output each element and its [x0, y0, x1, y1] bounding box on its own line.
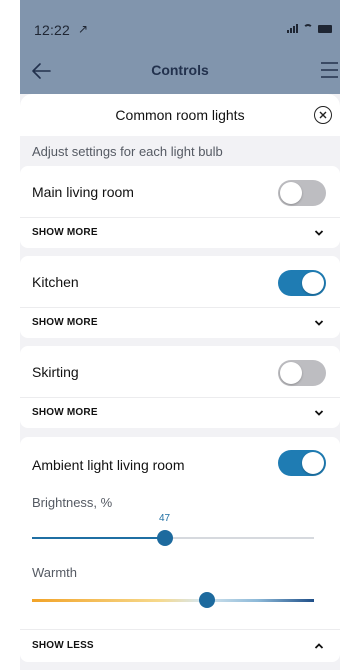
toggle-knob	[280, 362, 302, 384]
battery-icon	[318, 25, 332, 33]
close-icon	[319, 111, 327, 119]
toggle-knob	[280, 182, 302, 204]
light-name: Kitchen	[32, 274, 79, 290]
toggle-knob	[302, 452, 324, 474]
warmth-slider[interactable]	[32, 599, 314, 602]
light-card-kitchen: Kitchen SHOW MORE	[20, 256, 340, 338]
chevron-down-icon	[314, 230, 324, 236]
light-toggle[interactable]	[278, 180, 326, 206]
light-row: Kitchen	[20, 256, 340, 308]
brightness-thumb[interactable]	[156, 530, 173, 546]
warmth-label: Warmth	[32, 565, 78, 580]
warmth-thumb[interactable]	[198, 592, 215, 608]
toggle-knob	[302, 272, 324, 294]
phone-screen: 12:22 ↗ Controls Common room lights Adju…	[20, 0, 340, 670]
show-more-row[interactable]: SHOW MORE	[20, 308, 340, 338]
lights-sheet: Common room lights Adjust settings for e…	[20, 94, 340, 670]
light-name: Main living room	[32, 184, 134, 200]
light-toggle[interactable]	[278, 360, 326, 386]
light-row: Main living room	[20, 166, 340, 218]
brightness-label: Brightness, %	[32, 495, 113, 510]
show-less-row[interactable]: SHOW LESS	[20, 629, 340, 659]
light-card-main-living-room: Main living room SHOW MORE	[20, 166, 340, 248]
signal-icon	[287, 24, 298, 33]
sheet-subtitle: Adjust settings for each light bulb	[32, 144, 223, 159]
status-time: 12:22	[34, 22, 71, 38]
light-card-skirting: Skirting SHOW MORE	[20, 346, 340, 428]
show-more-label: SHOW MORE	[32, 317, 98, 328]
light-toggle[interactable]	[278, 450, 326, 476]
show-more-label: SHOW MORE	[32, 227, 98, 238]
brightness-value: 47	[158, 513, 171, 524]
show-more-row[interactable]: SHOW MORE	[20, 398, 340, 428]
brightness-slider[interactable]	[32, 537, 314, 539]
chevron-up-icon	[314, 643, 324, 649]
show-less-label: SHOW LESS	[32, 640, 94, 651]
location-arrow-icon: ↗	[78, 22, 89, 36]
menu-icon[interactable]	[320, 60, 338, 80]
light-name: Skirting	[32, 364, 79, 380]
light-row: Ambient light living room	[20, 437, 340, 491]
sheet-header: Common room lights	[20, 94, 340, 136]
sheet-title: Common room lights	[115, 107, 245, 123]
light-row: Skirting	[20, 346, 340, 398]
chevron-down-icon	[314, 320, 324, 326]
close-button[interactable]	[314, 106, 332, 124]
light-name: Ambient light living room	[32, 457, 185, 473]
nav-title: Controls	[151, 62, 209, 78]
light-toggle[interactable]	[278, 270, 326, 296]
chevron-down-icon	[314, 410, 324, 416]
show-more-row[interactable]: SHOW MORE	[20, 218, 340, 248]
status-bar: 12:22 ↗	[20, 0, 340, 48]
nav-bar: Controls	[20, 48, 340, 94]
light-card-ambient-living-room: Ambient light living room Brightness, % …	[20, 437, 340, 662]
show-more-label: SHOW MORE	[32, 407, 98, 418]
wifi-icon	[303, 24, 313, 33]
status-icons	[287, 24, 332, 33]
brightness-fill	[32, 537, 165, 539]
